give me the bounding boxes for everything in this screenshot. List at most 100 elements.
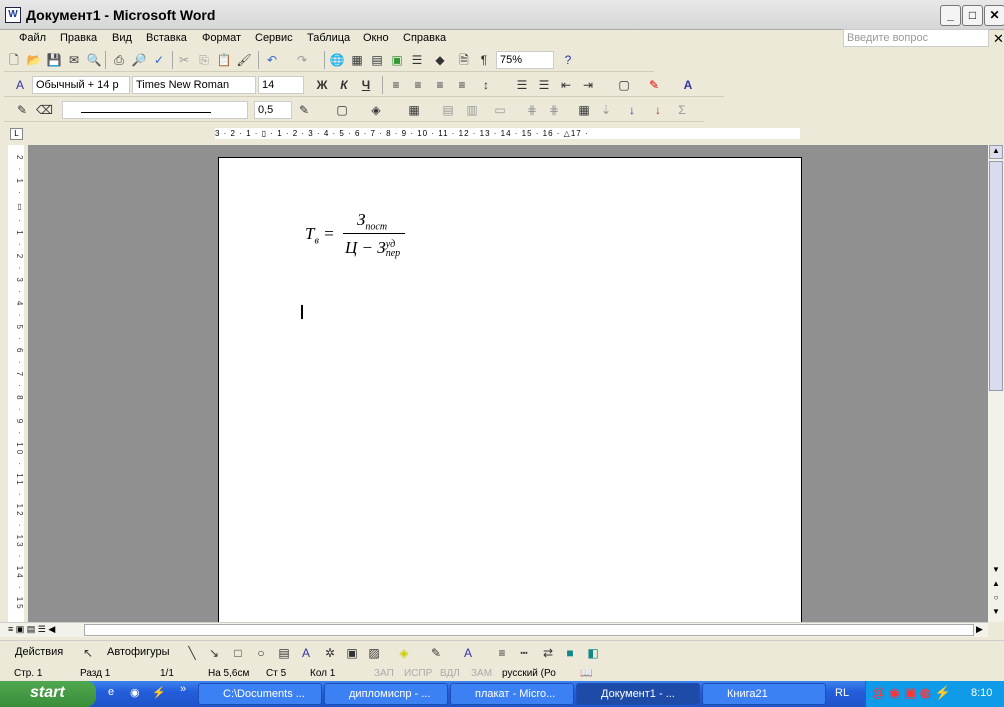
distribute-rows-icon[interactable]: ⋕: [524, 102, 540, 118]
horizontal-ruler[interactable]: 3 · 2 · 1 · ▯ · 1 · 2 · 3 · 4 · 5 · 6 · …: [215, 128, 800, 139]
textbox-icon[interactable]: ▤: [276, 645, 292, 661]
columns-icon[interactable]: ☰: [409, 52, 425, 68]
undo-icon[interactable]: ↶: [264, 52, 280, 68]
outside-border-icon[interactable]: ▢: [334, 102, 350, 118]
shading-color-icon[interactable]: ◈: [368, 102, 384, 118]
format-painter-icon[interactable]: 🖌: [236, 52, 252, 68]
task-kniga21[interactable]: Книга21: [702, 683, 826, 705]
print-icon[interactable]: ⎙: [111, 52, 127, 68]
vertical-scrollbar[interactable]: ▲ ▼ ▲ ○ ▼: [988, 145, 1004, 622]
minimize-button[interactable]: _: [940, 5, 961, 26]
more-icon[interactable]: »: [180, 683, 186, 695]
align-right-icon[interactable]: ≡: [432, 77, 448, 93]
text-direction-icon[interactable]: ⇣: [598, 102, 614, 118]
arrow-icon[interactable]: ↘: [206, 645, 222, 661]
print-preview-icon[interactable]: 🔎: [131, 52, 147, 68]
start-button[interactable]: start: [0, 681, 96, 707]
style-select[interactable]: Обычный + 14 р: [32, 76, 130, 94]
dash-style-icon[interactable]: ┅: [516, 645, 532, 661]
justify-icon[interactable]: ≡: [454, 77, 470, 93]
font-color-draw-icon[interactable]: A: [460, 645, 476, 661]
align-center-icon[interactable]: ≡: [410, 77, 426, 93]
status-ext[interactable]: ВДЛ: [440, 668, 460, 679]
oval-icon[interactable]: ○: [253, 645, 269, 661]
scroll-up-button[interactable]: ▲: [989, 145, 1003, 159]
status-ovr[interactable]: ЗАМ: [471, 668, 492, 679]
highlight-icon[interactable]: ✎: [646, 77, 662, 93]
increase-indent-icon[interactable]: ⇥: [580, 77, 596, 93]
document-map-icon[interactable]: 🗎: [456, 52, 472, 68]
line-style-icon[interactable]: ≡: [494, 645, 510, 661]
split-cells-icon[interactable]: ▥: [464, 102, 480, 118]
help-icon[interactable]: ?: [560, 52, 576, 68]
view-buttons[interactable]: ≡ ▣ ▤ ☰ ◀: [8, 624, 55, 635]
align-left-icon[interactable]: ≡: [388, 77, 404, 93]
winamp-icon[interactable]: ⚡: [152, 686, 166, 699]
wordart-icon[interactable]: A: [298, 645, 314, 661]
menu-format[interactable]: Формат: [202, 32, 241, 44]
cut-icon[interactable]: ✂: [176, 52, 192, 68]
merge-cells-icon[interactable]: ▤: [440, 102, 456, 118]
language-indicator[interactable]: RL: [835, 687, 849, 699]
line-icon[interactable]: ╲: [184, 645, 200, 661]
line-color-icon[interactable]: ✎: [428, 645, 444, 661]
eraser-icon[interactable]: ⌫: [36, 102, 53, 118]
numbering-icon[interactable]: ☰: [514, 77, 530, 93]
menu-window[interactable]: Окно: [363, 32, 389, 44]
save-icon[interactable]: 💾: [46, 52, 62, 68]
insert-excel-icon[interactable]: ▣: [389, 52, 405, 68]
task-document1[interactable]: Документ1 - ...: [576, 683, 700, 705]
bullets-icon[interactable]: ☰: [536, 77, 552, 93]
research-icon[interactable]: 🔍: [86, 52, 102, 68]
scroll-right-button[interactable]: ▶: [976, 624, 983, 635]
tables-borders-icon[interactable]: ▦: [349, 52, 365, 68]
redo-icon[interactable]: ↷: [294, 52, 310, 68]
ask-question-input[interactable]: Введите вопрос: [843, 29, 989, 47]
border-color-icon[interactable]: ✎: [296, 102, 312, 118]
document-page[interactable]: Tв = Зпост Ц − Зуд пер: [218, 157, 802, 622]
hyperlink-icon[interactable]: 🌐: [329, 52, 345, 68]
clipart-icon[interactable]: ▣: [344, 645, 360, 661]
task-plakat[interactable]: плакат - Micro...: [450, 683, 574, 705]
autosum-icon[interactable]: Σ: [674, 102, 690, 118]
line-style-select[interactable]: [62, 101, 248, 119]
menu-insert[interactable]: Вставка: [146, 32, 187, 44]
quicklaunch-icon[interactable]: ◉: [130, 686, 140, 699]
task-diplom[interactable]: дипломиспр - ...: [324, 683, 448, 705]
font-size-select[interactable]: 14: [258, 76, 304, 94]
browse-buttons[interactable]: ▼ ▲ ○ ▼: [989, 563, 1003, 619]
spelling-icon[interactable]: ✓: [151, 52, 167, 68]
bold-button[interactable]: Ж: [314, 77, 330, 93]
picture-icon[interactable]: ▨: [366, 645, 382, 661]
shadow-icon[interactable]: ■: [562, 645, 578, 661]
vertical-ruler[interactable]: 2 · 1 · ▯ · 1 · 2 · 3 · 4 · 5 · 6 · 7 · …: [8, 145, 24, 622]
sort-desc-icon[interactable]: ↓: [650, 102, 666, 118]
hscroll-thumb[interactable]: [84, 624, 974, 636]
ie-icon[interactable]: e: [108, 686, 114, 698]
actions-menu[interactable]: Действия: [15, 646, 63, 658]
close-doc-icon[interactable]: ✕: [993, 31, 1004, 47]
close-button[interactable]: ✕: [984, 5, 1004, 26]
line-spacing-icon[interactable]: ↕: [478, 77, 494, 93]
sort-asc-icon[interactable]: ↓: [624, 102, 640, 118]
borders-icon[interactable]: ▢: [616, 77, 632, 93]
menu-tools[interactable]: Сервис: [255, 32, 293, 44]
diagram-icon[interactable]: ✲: [322, 645, 338, 661]
draw-table-icon[interactable]: ✎: [14, 102, 30, 118]
arrow-style-icon[interactable]: ⇄: [540, 645, 556, 661]
permission-icon[interactable]: ✉: [66, 52, 82, 68]
fill-color-icon[interactable]: ◈: [396, 645, 412, 661]
zoom-select[interactable]: 75%: [496, 51, 554, 69]
drawing-icon[interactable]: ◆: [432, 52, 448, 68]
menu-view[interactable]: Вид: [112, 32, 132, 44]
menu-table[interactable]: Таблица: [307, 32, 350, 44]
task-explorer[interactable]: C:\Documents ...: [198, 683, 322, 705]
font-select[interactable]: Times New Roman: [132, 76, 256, 94]
insert-table-icon-2[interactable]: ▦: [406, 102, 422, 118]
3d-icon[interactable]: ◧: [585, 645, 601, 661]
status-trk[interactable]: ИСПР: [404, 668, 432, 679]
tab-selector[interactable]: L: [10, 128, 23, 140]
menu-edit[interactable]: Правка: [60, 32, 97, 44]
italic-button[interactable]: К: [336, 77, 352, 93]
scroll-thumb[interactable]: [989, 161, 1003, 391]
